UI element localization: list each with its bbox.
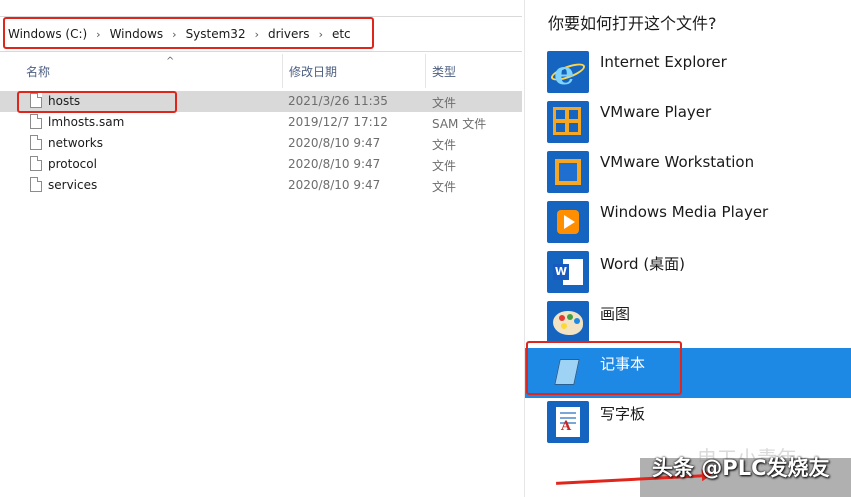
file-explorer: Windows (C:) › Windows › System32 › driv… — [0, 0, 524, 497]
column-header-name[interactable]: 名称 ^ — [20, 54, 282, 88]
app-windows-media-player[interactable]: Windows Media Player — [525, 198, 851, 248]
file-date: 2019/12/7 17:12 — [288, 115, 388, 129]
file-name: services — [48, 178, 98, 192]
watermark: 头条 @PLC发烧友 — [652, 456, 830, 480]
vmware-player-icon — [547, 101, 589, 143]
file-type: 文件 — [432, 138, 457, 152]
paint-icon — [547, 301, 589, 343]
file-type: SAM 文件 — [432, 117, 487, 131]
app-name: VMware Player — [600, 103, 712, 121]
file-row-services[interactable]: services 2020/8/10 9:47 文件 — [0, 175, 522, 196]
app-name: Word (桌面) — [600, 255, 686, 273]
vmware-workstation-icon — [547, 151, 589, 193]
column-header-name-label: 名称 — [26, 64, 51, 79]
app-vmware-player[interactable]: VMware Player — [525, 98, 851, 148]
file-icon — [30, 135, 42, 150]
word-icon: W — [547, 251, 589, 293]
file-date: 2020/8/10 9:47 — [288, 136, 381, 150]
app-vmware-workstation[interactable]: VMware Workstation — [525, 148, 851, 198]
file-type: 文件 — [432, 159, 457, 173]
app-wordpad[interactable]: A 写字板 — [525, 398, 851, 448]
file-row-protocol[interactable]: protocol 2020/8/10 9:47 文件 — [0, 154, 522, 175]
app-name: 写字板 — [600, 405, 646, 423]
annotation-box-address — [3, 17, 374, 49]
column-header-date-label: 修改日期 — [289, 64, 338, 79]
column-header-type[interactable]: 类型 — [425, 54, 522, 88]
media-player-icon — [547, 201, 589, 243]
file-icon — [30, 156, 42, 171]
file-name: protocol — [48, 157, 97, 171]
app-name: VMware Workstation — [600, 153, 755, 171]
ie-icon: e — [547, 51, 589, 93]
sort-up-icon: ^ — [166, 56, 175, 67]
file-icon — [30, 177, 42, 192]
file-row-lmhosts[interactable]: lmhosts.sam 2019/12/7 17:12 SAM 文件 — [0, 112, 522, 133]
file-row-networks[interactable]: networks 2020/8/10 9:47 文件 — [0, 133, 522, 154]
file-icon — [30, 114, 42, 129]
app-name: Internet Explorer — [600, 53, 727, 71]
column-headers: 名称 ^ 修改日期 类型 — [0, 54, 522, 88]
app-word[interactable]: W Word (桌面) — [525, 248, 851, 298]
file-name: lmhosts.sam — [48, 115, 125, 129]
file-name: networks — [48, 136, 103, 150]
app-name: Windows Media Player — [600, 203, 769, 221]
file-type: 文件 — [432, 96, 457, 110]
file-date: 2021/3/26 11:35 — [288, 94, 388, 108]
open-with-panel: 你要如何打开这个文件? e Internet Explorer VMware P… — [524, 0, 851, 497]
app-name: 画图 — [600, 305, 631, 323]
column-header-type-label: 类型 — [432, 64, 457, 79]
open-with-title: 你要如何打开这个文件? — [548, 14, 717, 33]
file-date: 2020/8/10 9:47 — [288, 157, 381, 171]
file-type: 文件 — [432, 180, 457, 194]
column-header-date[interactable]: 修改日期 — [282, 54, 425, 88]
wordpad-icon: A — [547, 401, 589, 443]
app-internet-explorer[interactable]: e Internet Explorer — [525, 48, 851, 98]
file-date: 2020/8/10 9:47 — [288, 178, 381, 192]
annotation-box-hosts — [17, 91, 177, 113]
annotation-box-notepad — [526, 341, 682, 395]
